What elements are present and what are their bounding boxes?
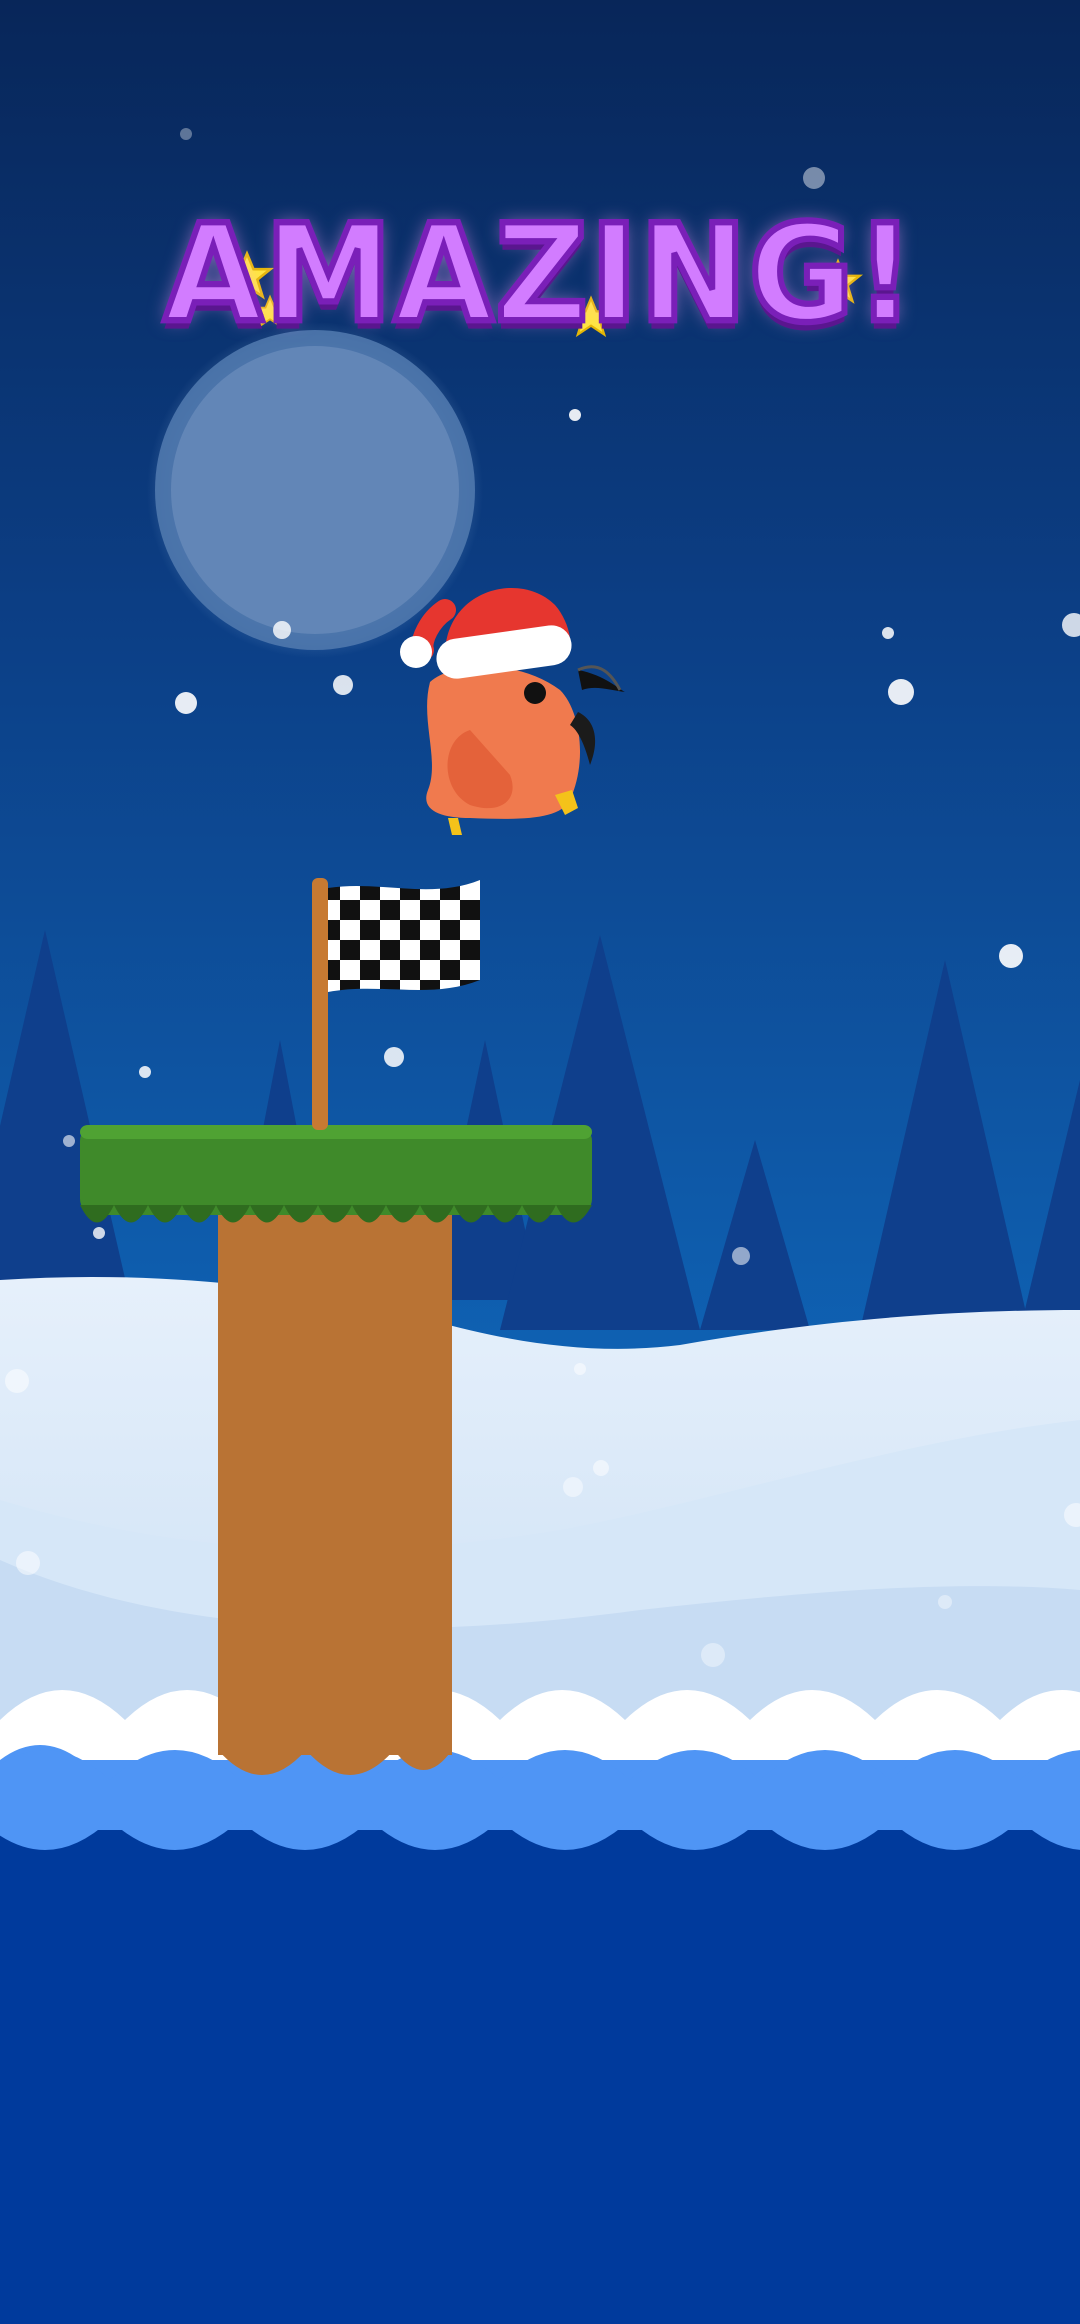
amazing-banner: AMAZING! [161,193,918,356]
snow-hills [0,1276,1080,1720]
grass-platform [80,1125,592,1223]
water [0,1745,1080,2324]
pillar [218,1200,452,1775]
